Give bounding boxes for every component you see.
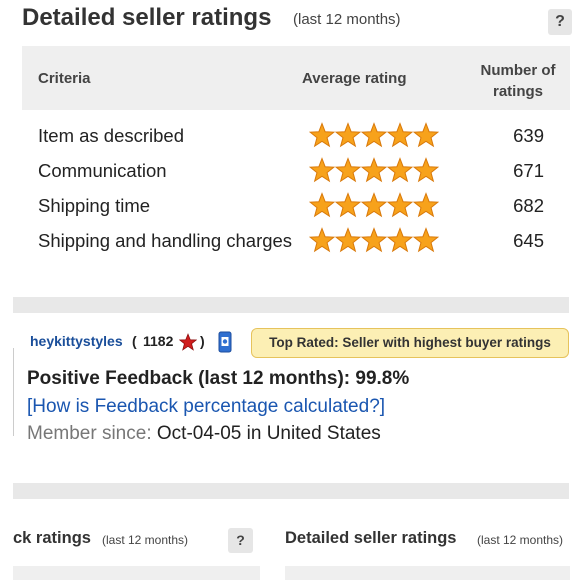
rating-count: 639: [513, 125, 544, 146]
top-rated-badge[interactable]: Top Rated: Seller with highest buyer rat…: [251, 328, 569, 358]
member-since-value: Oct-04-05 in United States: [156, 423, 381, 444]
help-button[interactable]: ?: [548, 9, 572, 35]
star-icon: [412, 227, 439, 253]
rating-count: 682: [513, 195, 544, 216]
rating-count: 671: [513, 160, 544, 181]
star-icon: [309, 227, 336, 253]
star-rating: [309, 227, 439, 253]
star-icon: [412, 192, 439, 218]
top-rated-badge-icon[interactable]: [218, 331, 232, 353]
feedback-table-header: [13, 566, 260, 580]
section-divider: [13, 483, 569, 499]
star-icon: [386, 227, 414, 253]
detailed-ratings-title: Detailed seller ratings: [285, 529, 457, 547]
positive-feedback-text: Positive Feedback (last 12 months): 99.8…: [27, 368, 410, 389]
header-number-of-ratings: Number of ratings: [480, 62, 556, 100]
feedback-score[interactable]: 1182: [143, 333, 173, 349]
criteria-label: Shipping and handling charges: [38, 230, 293, 251]
score-open-paren: (: [132, 333, 137, 349]
feedback-calculation-link[interactable]: [How is Feedback percentage calculated?]: [27, 396, 385, 418]
star-icon: [360, 157, 388, 183]
star-icon: [360, 227, 388, 253]
table-row: Shipping and handling charges 645: [22, 224, 570, 258]
section-subtitle: (last 12 months): [293, 11, 401, 28]
section-divider: [13, 297, 569, 313]
member-since-label: Member since:: [27, 423, 152, 444]
star-rating: [309, 122, 439, 148]
header-criteria: Criteria: [38, 70, 91, 87]
feedback-ratings-subtitle: (last 12 months): [102, 533, 189, 547]
red-star-icon[interactable]: [179, 333, 197, 351]
section-title: Detailed seller ratings: [22, 4, 272, 31]
member-since-row: Member since: Oct-04-05 in United States: [27, 423, 381, 445]
star-icon: [309, 192, 336, 218]
star-rating: [309, 192, 439, 218]
header-average-rating: Average rating: [302, 70, 407, 87]
criteria-label: Shipping time: [38, 195, 151, 216]
star-icon: [334, 227, 362, 253]
star-icon: [334, 157, 362, 183]
rating-count: 645: [513, 230, 544, 251]
star-icon: [309, 122, 336, 148]
star-icon: [386, 122, 414, 148]
star-icon: [334, 122, 362, 148]
table-row: Communication 671: [22, 154, 570, 188]
help-button[interactable]: ?: [228, 528, 253, 553]
criteria-label: Communication: [38, 160, 167, 181]
star-icon: [412, 157, 439, 183]
star-icon: [386, 157, 414, 183]
panel-border: [13, 348, 14, 436]
score-close-paren: ): [200, 333, 205, 349]
seller-username-link[interactable]: heykittystyles: [30, 333, 123, 349]
table-row: Shipping time 682: [22, 189, 570, 223]
ratings-table-header: Criteria Average rating Number of rating…: [22, 46, 570, 110]
star-rating: [309, 157, 439, 183]
star-icon: [360, 122, 388, 148]
table-row: Item as described 639: [22, 119, 570, 153]
star-icon: [360, 192, 388, 218]
feedback-ratings-title: ck ratings: [13, 529, 91, 547]
criteria-label: Item as described: [38, 125, 185, 146]
star-icon: [334, 192, 362, 218]
star-icon: [412, 122, 439, 148]
star-icon: [386, 192, 414, 218]
star-icon: [309, 157, 336, 183]
detailed-ratings-subtitle: (last 12 months): [477, 533, 564, 547]
detailed-table-header: [285, 566, 570, 580]
